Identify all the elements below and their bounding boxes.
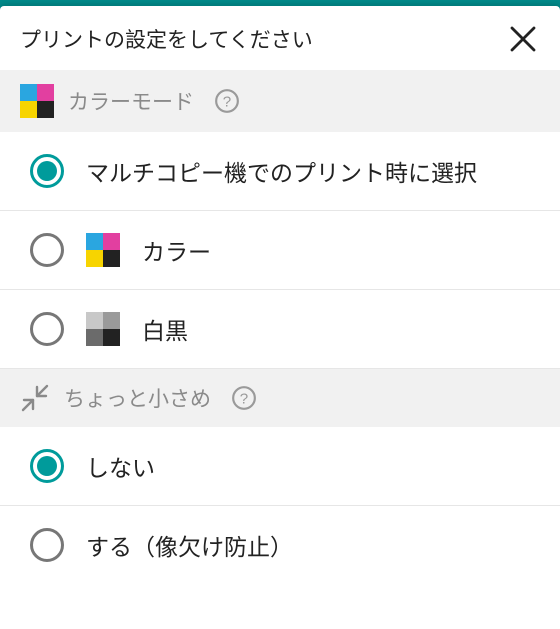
section-header-shrink: ちょっと小さめ ? [0, 369, 560, 427]
option-shrink-on[interactable]: する（像欠け防止） [0, 506, 560, 584]
cmyk-icon [86, 233, 120, 267]
option-label: マルチコピー機でのプリント時に選択 [86, 154, 477, 188]
section-label-shrink: ちょっと小さめ [64, 383, 211, 413]
section-header-color-mode: カラーモード ? [0, 70, 560, 132]
help-icon: ? [231, 385, 257, 411]
close-icon [509, 25, 537, 53]
option-label: しない [86, 449, 155, 483]
shrink-arrows-icon [20, 383, 50, 413]
help-button-color-mode[interactable]: ? [214, 88, 240, 114]
svg-text:?: ? [240, 390, 248, 407]
option-label: カラー [142, 233, 211, 267]
cmyk-icon [20, 84, 54, 118]
help-button-shrink[interactable]: ? [231, 385, 257, 411]
option-label: する（像欠け防止） [86, 528, 293, 562]
section-label-color-mode: カラーモード [68, 86, 194, 116]
option-color-auto[interactable]: マルチコピー機でのプリント時に選択 [0, 132, 560, 211]
option-icon-slot [86, 233, 120, 267]
option-color-bw[interactable]: 白黒 [0, 290, 560, 369]
radio-icon [30, 528, 64, 562]
radio-icon [30, 154, 64, 188]
option-shrink-off[interactable]: しない [0, 427, 560, 506]
sheet-title: プリントの設定をしてください [20, 24, 313, 54]
help-icon: ? [214, 88, 240, 114]
radio-icon [30, 449, 64, 483]
radio-icon [30, 233, 64, 267]
svg-text:?: ? [223, 93, 231, 110]
close-button[interactable] [506, 22, 540, 56]
sheet-header: プリントの設定をしてください [0, 6, 560, 70]
option-icon-slot [86, 312, 120, 346]
print-settings-sheet: プリントの設定をしてください カラーモード ? マルチコピー機でのプリント時に選… [0, 6, 560, 629]
radio-icon [30, 312, 64, 346]
grayscale-icon [86, 312, 120, 346]
option-label: 白黒 [142, 312, 188, 346]
option-color-color[interactable]: カラー [0, 211, 560, 290]
